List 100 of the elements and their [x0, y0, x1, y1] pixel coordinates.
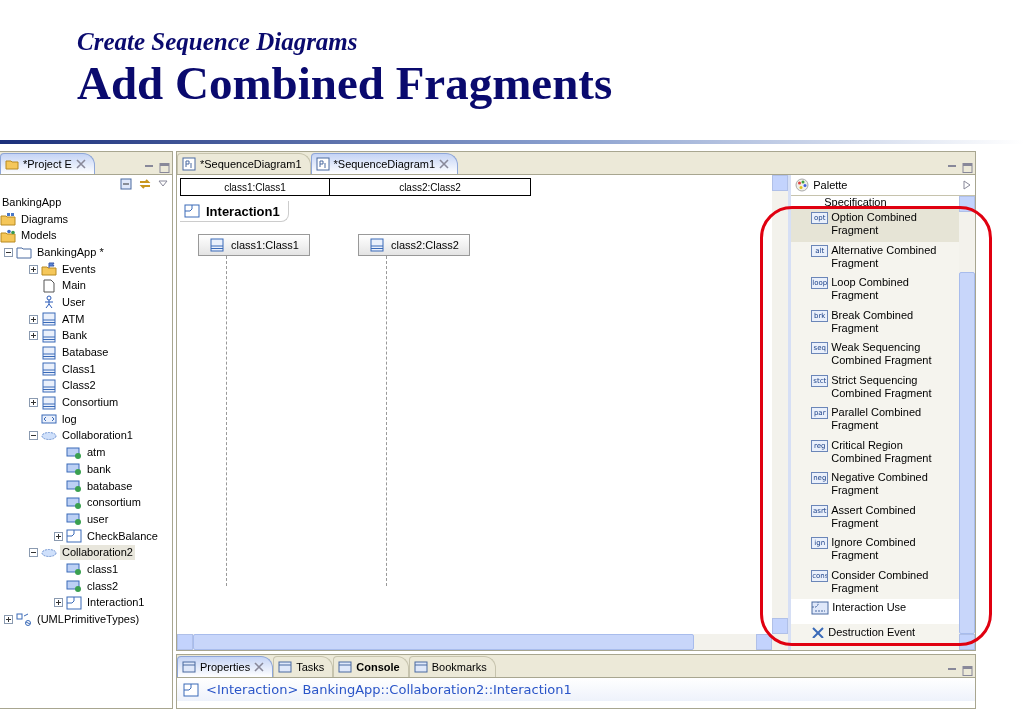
expand-icon[interactable]	[29, 398, 38, 408]
close-icon[interactable]	[75, 159, 86, 169]
view-tab[interactable]: Tasks	[273, 656, 334, 677]
palette-title: Palette	[813, 179, 848, 191]
part-icon	[66, 579, 82, 594]
tree-item[interactable]: User	[60, 294, 88, 310]
tree-item[interactable]: log	[60, 411, 79, 427]
vertical-scrollbar[interactable]	[772, 175, 789, 634]
view-tab[interactable]: Bookmarks	[408, 656, 496, 677]
part-icon	[66, 479, 82, 494]
primitive-types-icon	[16, 612, 32, 627]
ruler-cell: class2:Class2	[330, 178, 531, 196]
tree-item[interactable]: class2	[85, 578, 121, 594]
tree-item[interactable]: Collaboration2	[60, 545, 135, 561]
tree-item[interactable]: BankingApp *	[35, 244, 106, 260]
view-tab[interactable]: Properties	[177, 656, 274, 677]
tree-item[interactable]: class1	[85, 561, 121, 577]
expand-icon[interactable]	[29, 264, 38, 274]
view-icon	[278, 661, 293, 673]
diagram-canvas[interactable]: class1:Class1 class2:Class2 Interaction1 class1:Class1 class2:Class2	[177, 175, 773, 634]
expand-icon[interactable]	[54, 598, 63, 608]
expand-icon[interactable]	[29, 331, 38, 341]
interaction-frame-icon	[183, 682, 199, 697]
class-icon	[41, 345, 57, 360]
tree-item[interactable]: user	[85, 511, 111, 527]
tree-item[interactable]: Collaboration1	[60, 428, 135, 444]
stereotype-icon	[41, 412, 57, 427]
tree-item[interactable]: atm	[85, 445, 108, 461]
tree-item[interactable]: batabase	[85, 478, 135, 494]
collapse-all-icon[interactable]	[120, 178, 132, 190]
part-icon	[66, 445, 82, 460]
collapse-icon[interactable]	[29, 431, 38, 441]
close-icon[interactable]	[439, 159, 450, 169]
collapse-icon[interactable]	[4, 247, 13, 257]
tree-item[interactable]: Events	[60, 261, 98, 277]
tree-item[interactable]: Batabase	[60, 345, 111, 361]
tree-item[interactable]: bank	[85, 461, 113, 477]
window-controls-icon[interactable]	[945, 665, 975, 677]
folder-flag-icon	[41, 262, 57, 277]
project-folder-icon	[5, 158, 19, 170]
window-controls-icon[interactable]	[945, 162, 975, 174]
class-icon	[41, 328, 57, 343]
tree-item[interactable]: CheckBalance	[85, 528, 160, 544]
horizontal-scrollbar[interactable]	[177, 634, 789, 650]
class-icon	[369, 238, 386, 252]
tree-item[interactable]: Models	[19, 228, 59, 244]
tree-item[interactable]: (UMLPrimitiveTypes)	[35, 612, 142, 628]
tree-item[interactable]: ATM	[60, 311, 87, 327]
editor-tab[interactable]: *SequenceDiagram1	[177, 153, 311, 174]
tree-item[interactable]: Interaction1	[85, 595, 147, 611]
slide-title: Add Combined Fragments	[77, 58, 613, 110]
file-icon	[41, 278, 57, 293]
interaction-frame-icon	[184, 204, 200, 218]
tree-item[interactable]: BankingApp	[0, 194, 64, 210]
close-icon[interactable]	[254, 662, 265, 672]
palette-icon	[795, 178, 810, 192]
interaction-frame-icon	[66, 529, 82, 544]
expand-icon[interactable]	[4, 615, 13, 625]
tree-item[interactable]: Class2	[60, 378, 98, 394]
tree-item[interactable]: Diagrams	[19, 211, 71, 227]
expand-icon[interactable]	[29, 314, 38, 324]
diagrams-folder-icon	[0, 212, 16, 227]
editor-tab[interactable]: *SequenceDiagram1	[310, 153, 459, 174]
link-editor-icon[interactable]	[138, 178, 152, 190]
view-menu-icon[interactable]	[158, 180, 168, 188]
lifeline-head[interactable]: class2:Class2	[358, 234, 470, 256]
palette-item[interactable]: Destruction Event	[791, 624, 959, 638]
view-icon	[338, 661, 353, 673]
collapse-icon[interactable]	[29, 548, 38, 558]
tree-item[interactable]: Main	[60, 278, 88, 294]
lifeline-head[interactable]: class1:Class1	[198, 234, 310, 256]
view-icon	[413, 661, 428, 673]
interaction-frame-label[interactable]: Interaction1	[180, 201, 289, 222]
properties-heading: <Interaction> BankingApp::Collaboration2::Interaction1	[206, 682, 572, 697]
interaction-frame-icon	[66, 595, 82, 610]
collapse-palette-icon[interactable]	[963, 180, 971, 190]
tree-item[interactable]: Consortium	[60, 395, 121, 411]
tree-item[interactable]: Class1	[60, 361, 98, 377]
class-icon	[41, 378, 57, 393]
diagram-file-icon	[315, 157, 330, 171]
window-controls-icon[interactable]	[142, 162, 172, 174]
expand-icon[interactable]	[54, 531, 63, 541]
class-icon	[41, 312, 57, 327]
diagram-file-icon	[182, 157, 196, 171]
view-icon	[182, 661, 196, 673]
models-folder-icon	[0, 228, 16, 243]
palette-scrollbar[interactable]	[959, 196, 975, 650]
folder-icon	[16, 245, 32, 260]
palette-item[interactable]: Interaction Use	[791, 599, 959, 624]
class-icon	[41, 395, 57, 410]
tree-item[interactable]: consortium	[85, 495, 143, 511]
explorer-tab[interactable]: *Project E	[0, 153, 95, 174]
destruction-icon	[811, 626, 826, 638]
view-tab[interactable]: Console	[333, 656, 409, 677]
slide-subtitle: Create Sequence Diagrams	[77, 28, 358, 56]
tree-item[interactable]: Bank	[60, 328, 90, 344]
interaction-use-icon	[811, 601, 830, 615]
part-icon	[66, 512, 82, 527]
class-icon	[209, 238, 226, 252]
part-icon	[66, 495, 82, 510]
